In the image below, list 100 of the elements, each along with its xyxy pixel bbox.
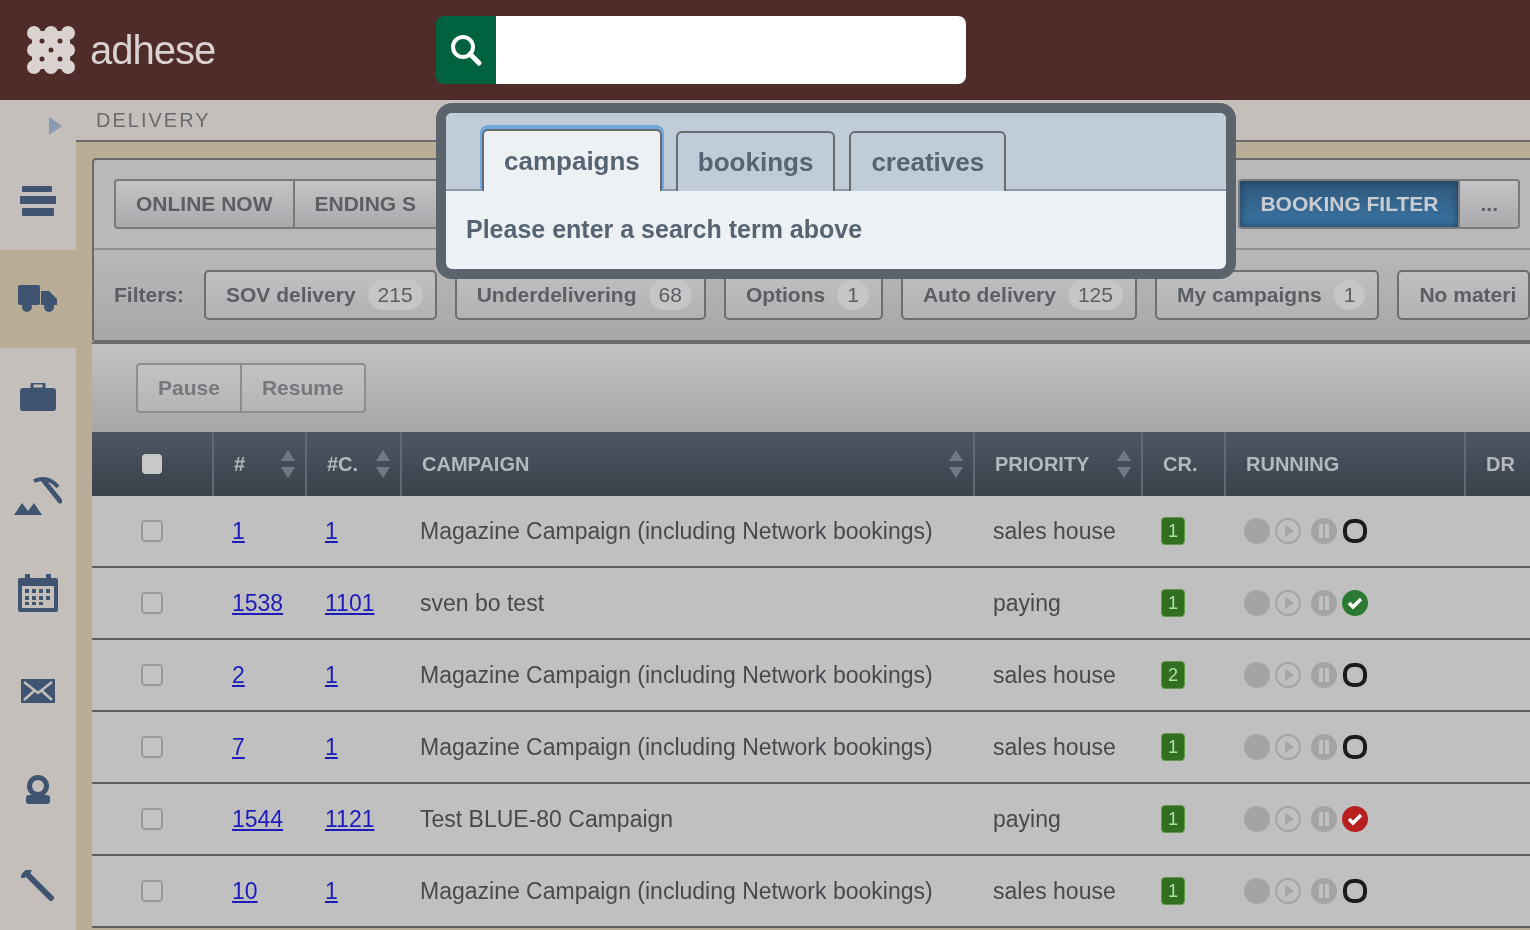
play-icon[interactable] — [1275, 662, 1301, 688]
creatives-count: 1 — [1161, 589, 1185, 617]
campaign-name: Magazine Campaign (including Network bookings) — [420, 661, 933, 689]
play-icon[interactable] — [1275, 878, 1301, 904]
filter-count: 68 — [648, 280, 692, 310]
campaign-id-link[interactable]: 1 — [325, 733, 338, 761]
play-icon[interactable] — [1275, 734, 1301, 760]
id-link[interactable]: 7 — [232, 733, 245, 761]
id-link[interactable]: 1538 — [232, 589, 284, 617]
column-header[interactable]: CAMPAIGN — [422, 452, 530, 476]
filters-label: Filters: — [114, 283, 184, 307]
column-header[interactable]: PRIORITY — [995, 452, 1090, 476]
priority-text: sales house — [993, 877, 1116, 905]
truck-icon — [18, 285, 58, 313]
search-button[interactable] — [436, 16, 496, 84]
filter-label: SOV delivery — [226, 283, 356, 307]
row-checkbox[interactable] — [141, 880, 163, 902]
record-icon[interactable] — [1244, 878, 1270, 904]
priority-text: sales house — [993, 733, 1116, 761]
pickaxe-icon — [14, 475, 62, 515]
pause-icon[interactable] — [1311, 590, 1337, 616]
filter-label: Options — [745, 283, 826, 307]
creatives-count: 1 — [1161, 517, 1185, 545]
column-header[interactable]: CR. — [1163, 452, 1198, 476]
sort-icon[interactable] — [281, 450, 295, 478]
campaign-name: Test BLUE-80 Campaign — [420, 805, 674, 833]
filter-count: 125 — [1067, 280, 1123, 310]
mail-icon — [21, 679, 55, 703]
filter-label: Underdelivering — [476, 283, 637, 307]
logo-icon — [26, 25, 76, 75]
sidebar-item[interactable] — [0, 250, 76, 348]
id-link[interactable]: 2 — [232, 661, 245, 689]
record-icon[interactable] — [1244, 590, 1270, 616]
breadcrumb: DELIVERY — [96, 108, 211, 132]
filter-count: 1 — [1333, 280, 1366, 310]
priority-text: paying — [993, 805, 1061, 833]
pause-icon[interactable] — [1311, 734, 1337, 760]
search-icon — [449, 33, 483, 67]
creatives-count: 1 — [1161, 877, 1185, 905]
priority-text: paying — [993, 589, 1061, 617]
sort-icon[interactable] — [949, 450, 963, 478]
filter-chip[interactable]: No materi — [1397, 270, 1530, 320]
campaign-id-link[interactable]: 1121 — [325, 805, 375, 833]
campaign-name: Magazine Campaign (including Network bookings) — [420, 877, 933, 905]
campaign-name: Magazine Campaign (including Network bookings) — [420, 517, 933, 545]
filter-label: Auto delivery — [922, 283, 1056, 307]
campaign-id-link[interactable]: 1 — [325, 877, 338, 905]
record-icon[interactable] — [1244, 518, 1270, 544]
search-tab[interactable]: bookings — [675, 131, 836, 191]
user-icon — [23, 774, 53, 804]
creatives-count: 1 — [1161, 805, 1185, 833]
list-icon — [20, 186, 56, 216]
column-header[interactable]: RUNNING — [1246, 452, 1340, 476]
view-button[interactable]: BOOKING FILTER — [1238, 179, 1461, 229]
view-button[interactable]: ONLINE NOW — [114, 179, 295, 229]
campaign-id-link[interactable]: 1101 — [325, 589, 375, 617]
pause-icon[interactable] — [1311, 806, 1337, 832]
filter-label: My campaigns — [1177, 283, 1322, 307]
pause-icon[interactable] — [1311, 662, 1337, 688]
expand-icon[interactable] — [49, 117, 62, 135]
filter-label: No materi — [1419, 283, 1517, 307]
filter-count: 215 — [367, 280, 423, 310]
column-header[interactable]: #C. — [327, 452, 359, 476]
pause-icon[interactable] — [1311, 878, 1337, 904]
filter-chip[interactable]: My campaigns 1 — [1155, 270, 1380, 320]
column-header[interactable]: DR — [1486, 452, 1515, 476]
sort-icon[interactable] — [1117, 450, 1131, 478]
campaign-name: Magazine Campaign (including Network bookings) — [420, 733, 933, 761]
creatives-count: 2 — [1161, 661, 1185, 689]
row-checkbox[interactable] — [141, 664, 163, 686]
search-field[interactable] — [496, 16, 966, 84]
search-tab[interactable]: creatives — [849, 131, 1007, 191]
id-link[interactable]: 1544 — [232, 805, 284, 833]
row-checkbox[interactable] — [141, 736, 163, 758]
campaign-name: sven bo test — [420, 589, 545, 617]
play-icon[interactable] — [1275, 518, 1301, 544]
record-icon[interactable] — [1244, 806, 1270, 832]
id-link[interactable]: 10 — [232, 877, 258, 905]
select-all-checkbox[interactable] — [142, 454, 162, 474]
row-checkbox[interactable] — [141, 592, 163, 614]
priority-text: sales house — [993, 661, 1116, 689]
record-icon[interactable] — [1244, 734, 1270, 760]
filter-count: 1 — [837, 280, 869, 310]
calendar-icon — [18, 574, 58, 612]
play-icon[interactable] — [1275, 806, 1301, 832]
pause-icon[interactable] — [1311, 518, 1337, 544]
row-checkbox[interactable] — [141, 808, 163, 830]
record-icon[interactable] — [1244, 662, 1270, 688]
logo-text: adhese — [90, 27, 216, 73]
campaign-id-link[interactable]: 1 — [325, 517, 338, 545]
sort-icon[interactable] — [376, 450, 390, 478]
play-icon[interactable] — [1275, 590, 1301, 616]
campaign-id-link[interactable]: 1 — [325, 661, 338, 689]
id-link[interactable]: 1 — [232, 517, 245, 545]
column-header[interactable]: # — [234, 452, 246, 476]
filter-chip[interactable]: SOV delivery 215 — [204, 270, 437, 320]
view-button[interactable]: ... — [1458, 179, 1520, 229]
creatives-count: 1 — [1161, 733, 1185, 761]
briefcase-icon — [20, 383, 56, 411]
row-checkbox[interactable] — [141, 520, 163, 542]
